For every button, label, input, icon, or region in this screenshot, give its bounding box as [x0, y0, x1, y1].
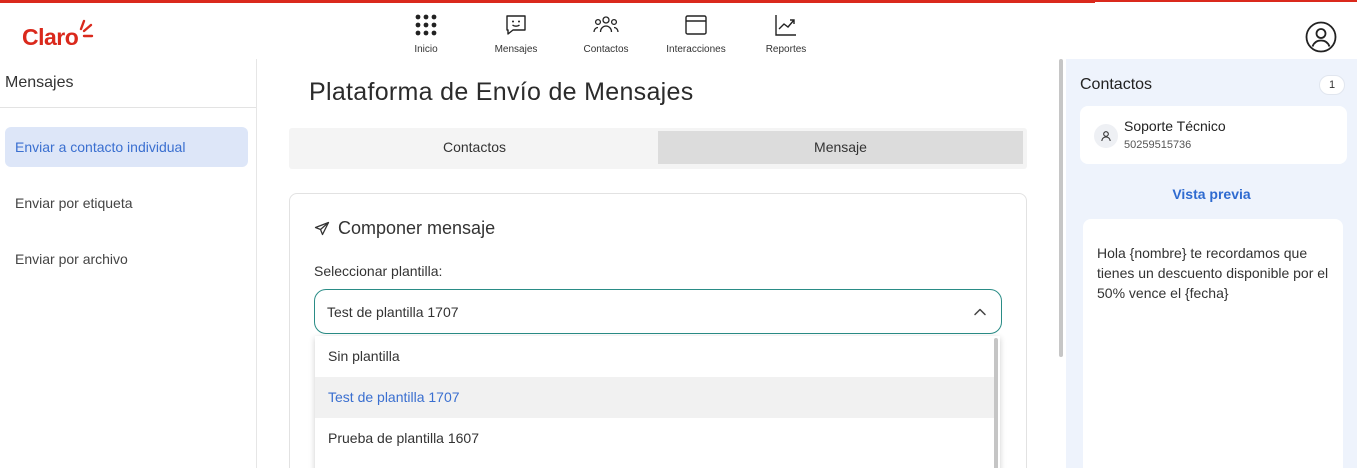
app-header: Claro Inicio Mensajes Contactos Interacc…: [0, 3, 1357, 59]
logo-rays-icon: [80, 19, 94, 38]
avatar: [1094, 124, 1118, 148]
contacts-panel: Contactos 1 Soporte Técnico 50259515736 …: [1066, 59, 1357, 468]
contact-name: Soporte Técnico: [1124, 118, 1226, 134]
left-sidebar: Mensajes Enviar a contacto individual En…: [0, 59, 257, 468]
main-scrollbar[interactable]: [1059, 59, 1063, 357]
nav-label-inicio: Inicio: [414, 44, 438, 55]
sidebar-item-individual[interactable]: Enviar a contacto individual: [5, 127, 248, 167]
preview-title: Vista previa: [1172, 186, 1251, 202]
nav-item-inicio[interactable]: Inicio: [386, 11, 466, 59]
logo-text: Claro: [22, 24, 79, 50]
person-icon: [1101, 131, 1111, 142]
template-select-value: Test de plantilla 1707: [327, 304, 459, 320]
top-accent-bar-right: [1095, 0, 1357, 2]
contact-number: 50259515736: [1124, 139, 1192, 151]
user-circle-icon[interactable]: [1305, 21, 1337, 53]
sidebar-item-etiqueta[interactable]: Enviar por etiqueta: [5, 183, 248, 223]
template-option[interactable]: Prueba de plantilla 1607: [315, 418, 995, 459]
contact-card[interactable]: Soporte Técnico 50259515736: [1080, 106, 1347, 164]
message-preview: Hola {nombre} te recordamos que tienes u…: [1083, 219, 1343, 468]
chat-smile-icon: [506, 15, 526, 35]
trend-chart-icon: [775, 15, 796, 36]
nav-label-mensajes: Mensajes: [494, 44, 538, 55]
contacts-count-badge: 1: [1319, 75, 1345, 95]
template-option-selected[interactable]: Test de plantilla 1707: [315, 377, 995, 418]
claro-logo[interactable]: Claro: [22, 19, 94, 53]
window-icon: [685, 15, 707, 35]
template-dropdown: Sin plantilla Test de plantilla 1707 Pru…: [315, 336, 1000, 468]
nav-item-reportes[interactable]: Reportes: [746, 11, 826, 59]
template-label: Seleccionar plantilla:: [314, 263, 443, 279]
dropdown-scrollbar[interactable]: [994, 338, 998, 468]
send-icon: [314, 221, 330, 235]
template-option[interactable]: Sin plantilla: [315, 336, 995, 377]
template-select[interactable]: Test de plantilla 1707: [314, 289, 1002, 334]
sidebar-divider: [0, 107, 256, 108]
nav-item-interacciones[interactable]: Interacciones: [656, 11, 736, 59]
sidebar-item-archivo[interactable]: Enviar por archivo: [5, 239, 248, 279]
sidebar-title: Mensajes: [5, 74, 74, 91]
nav-label-interacciones: Interacciones: [666, 44, 726, 55]
nav-label-contactos: Contactos: [583, 44, 629, 55]
page-title: Plataforma de Envío de Mensajes: [309, 78, 694, 106]
tab-bar: Contactos Mensaje: [289, 128, 1027, 169]
tab-contactos[interactable]: Contactos: [292, 131, 657, 164]
tab-mensaje[interactable]: Mensaje: [658, 131, 1023, 164]
compose-title: Componer mensaje: [338, 218, 496, 238]
chevron-up-icon: [974, 308, 986, 316]
nav-label-reportes: Reportes: [765, 44, 807, 55]
nav-item-mensajes[interactable]: Mensajes: [476, 11, 556, 59]
nav-item-contactos[interactable]: Contactos: [566, 11, 646, 59]
grid-dots-icon: [415, 14, 437, 36]
people-group-icon: [593, 16, 619, 33]
contacts-panel-title: Contactos: [1080, 76, 1153, 93]
compose-header: Componer mensaje: [314, 218, 495, 239]
